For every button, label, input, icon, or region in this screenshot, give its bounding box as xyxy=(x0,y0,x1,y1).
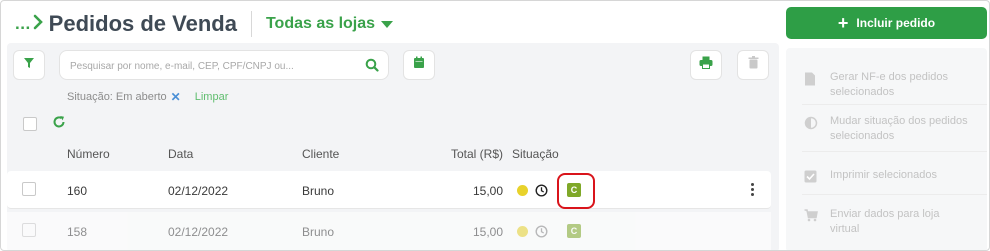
search-input[interactable] xyxy=(70,56,355,76)
table-row[interactable]: 160 02/12/2022 Bruno 15,00 C xyxy=(7,171,771,209)
clock-icon xyxy=(535,184,548,197)
printer-icon xyxy=(699,56,713,74)
action-label: Imprimir selecionados xyxy=(830,169,937,181)
status-dot-icon xyxy=(517,185,528,196)
chevron-right-icon xyxy=(33,14,43,34)
action-label: Gerar NF-e dos pedidos selecionados xyxy=(830,71,948,98)
highlight-annotation xyxy=(557,173,595,209)
add-order-button[interactable]: + Incluir pedido xyxy=(786,7,987,39)
row-checkbox[interactable] xyxy=(22,182,36,196)
cart-icon xyxy=(804,209,818,223)
breadcrumb-dots[interactable]: ... xyxy=(15,14,31,34)
page-title: Pedidos de Venda xyxy=(48,11,237,36)
plus-icon: + xyxy=(837,13,849,33)
more-options-icon[interactable] xyxy=(751,183,755,198)
order-client: Bruno xyxy=(302,184,335,198)
print-button[interactable] xyxy=(690,50,722,80)
page-header: ... Pedidos de Venda Todas as lojas xyxy=(15,7,394,41)
action-print-selected[interactable]: Imprimir selecionados xyxy=(786,168,987,184)
app-frame: ... Pedidos de Venda Todas as lojas + In… xyxy=(0,0,990,251)
order-number: 158 xyxy=(67,225,88,239)
action-label: Enviar dados para loja virtual xyxy=(830,208,940,235)
bulk-actions-panel: Gerar NF-e dos pedidos selecionados Muda… xyxy=(786,48,987,250)
filter-icon xyxy=(23,56,35,74)
half-circle-icon xyxy=(804,116,818,130)
column-header-status[interactable]: Situação xyxy=(512,147,559,161)
order-total: 15,00 xyxy=(472,225,503,239)
trash-icon xyxy=(748,56,759,74)
action-generate-nfe[interactable]: Gerar NF-e dos pedidos selecionados xyxy=(786,70,987,100)
action-change-status[interactable]: Mudar situação dos pedidos selecionados xyxy=(786,114,987,144)
filter-button[interactable] xyxy=(13,50,45,80)
breadcrumb-back[interactable]: ... xyxy=(15,14,43,34)
action-divider xyxy=(802,151,987,152)
c-badge-icon[interactable]: C xyxy=(567,224,581,238)
caret-down-icon xyxy=(381,20,394,28)
store-selector[interactable]: Todas as lojas xyxy=(265,15,394,33)
column-header-client[interactable]: Cliente xyxy=(302,147,339,161)
action-send-store[interactable]: Enviar dados para loja virtual xyxy=(786,207,987,237)
calendar-icon xyxy=(413,56,425,74)
document-icon xyxy=(804,72,818,86)
action-label: Mudar situação dos pedidos selecionados xyxy=(830,115,968,142)
select-all-checkbox[interactable] xyxy=(23,117,37,131)
refresh-icon[interactable] xyxy=(52,115,66,134)
order-client: Bruno xyxy=(302,225,335,239)
header-divider xyxy=(250,11,252,37)
status-dot-icon xyxy=(517,226,528,237)
store-selector-label: Todas as lojas xyxy=(265,15,376,32)
order-total: 15,00 xyxy=(472,184,503,198)
active-filters: Situação: Em aberto ✕ Limpar xyxy=(67,90,228,104)
column-header-date[interactable]: Data xyxy=(168,147,193,161)
table-row[interactable]: 158 02/12/2022 Bruno 15,00 C xyxy=(7,212,771,250)
order-date: 02/12/2022 xyxy=(168,225,229,239)
order-number: 160 xyxy=(67,184,88,198)
row-checkbox[interactable] xyxy=(22,223,36,237)
checkbox-icon xyxy=(804,170,818,184)
action-divider xyxy=(802,194,987,195)
action-divider xyxy=(802,104,987,105)
column-header-number[interactable]: Número xyxy=(67,147,110,161)
remove-filter-icon[interactable]: ✕ xyxy=(171,90,181,104)
column-header-total[interactable]: Total (R$) xyxy=(451,147,503,161)
delete-button[interactable] xyxy=(737,50,769,80)
calendar-button[interactable] xyxy=(403,50,435,80)
status-filter-chip: Situação: Em aberto xyxy=(67,91,167,103)
search-field[interactable] xyxy=(59,50,389,80)
search-icon[interactable] xyxy=(365,58,379,77)
order-date: 02/12/2022 xyxy=(168,184,229,198)
clock-icon xyxy=(535,225,548,238)
clear-filters-link[interactable]: Limpar xyxy=(195,91,229,103)
add-order-label: Incluir pedido xyxy=(856,16,936,30)
